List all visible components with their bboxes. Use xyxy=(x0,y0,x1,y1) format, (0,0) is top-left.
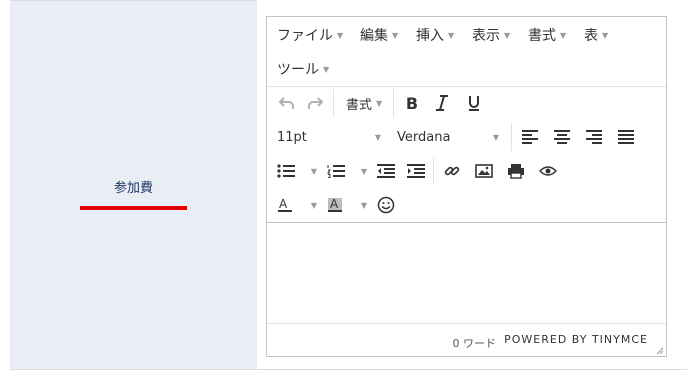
underline-icon xyxy=(469,96,479,111)
italic-icon xyxy=(436,95,448,111)
editor-toolbar: 書式 ▼ B 11pt ▼ Verdana ▼ ▼ ▼ A ▼ A ▼ xyxy=(267,86,666,223)
align-right-button[interactable] xyxy=(583,125,605,149)
font-size-value: 11pt xyxy=(277,129,307,145)
bullet-list-button[interactable]: ▼ xyxy=(277,159,317,183)
menu-view[interactable]: 表示 ▼ xyxy=(472,25,510,45)
align-center-icon xyxy=(554,130,570,144)
italic-button[interactable] xyxy=(431,91,453,115)
numbered-list-button[interactable]: ▼ xyxy=(327,159,367,183)
text-color-icon: A xyxy=(278,197,292,212)
powered-by-link[interactable]: POWERED BY TINYMCE xyxy=(504,333,648,346)
font-family-select[interactable]: Verdana ▼ xyxy=(397,125,499,149)
image-button[interactable] xyxy=(473,159,495,183)
editor-content-area[interactable] xyxy=(267,223,666,323)
chevron-down-icon: ▼ xyxy=(360,200,367,210)
page-left-margin xyxy=(0,0,10,370)
toolbar-separator xyxy=(511,123,512,151)
menu-format-label: 書式 xyxy=(528,28,556,44)
svg-text:A: A xyxy=(330,197,339,211)
chevron-down-icon: ▼ xyxy=(310,200,317,210)
word-count: 0 ワード xyxy=(452,337,497,350)
bullet-list-icon xyxy=(277,164,295,178)
align-justify-button[interactable] xyxy=(615,125,637,149)
align-right-icon xyxy=(586,130,602,144)
bold-icon: B xyxy=(405,93,419,113)
menu-insert[interactable]: 挿入 ▼ xyxy=(416,25,454,45)
menu-tools-label: ツール xyxy=(277,62,319,78)
font-size-select[interactable]: 11pt ▼ xyxy=(277,125,381,149)
menu-file-label: ファイル xyxy=(277,28,333,44)
print-icon xyxy=(508,164,524,179)
svg-text:A: A xyxy=(279,197,288,211)
redo-button[interactable] xyxy=(305,91,327,115)
editor-menubar: ファイル ▼ 編集 ▼ 挿入 ▼ 表示 ▼ 書式 ▼ 表 ▼ ツール ▼ xyxy=(267,17,666,87)
background-color-icon: A xyxy=(328,197,342,212)
outdent-button[interactable] xyxy=(375,159,397,183)
field-label: 参加費 xyxy=(113,181,153,196)
chevron-down-icon: ▼ xyxy=(492,132,499,142)
menu-format[interactable]: 書式 ▼ xyxy=(528,25,566,45)
preview-button[interactable] xyxy=(537,159,559,183)
toolbar-separator xyxy=(333,89,334,117)
menu-table[interactable]: 表 ▼ xyxy=(584,25,608,45)
underline-button[interactable] xyxy=(463,91,485,115)
text-color-button[interactable]: A ▼ xyxy=(277,193,317,217)
emoticon-icon xyxy=(377,196,395,214)
menu-insert-label: 挿入 xyxy=(416,28,444,44)
chevron-down-icon: ▼ xyxy=(323,65,330,74)
chevron-down-icon: ▼ xyxy=(392,31,399,40)
undo-button[interactable] xyxy=(275,91,297,115)
chevron-down-icon: ▼ xyxy=(360,166,367,176)
menu-edit[interactable]: 編集 ▼ xyxy=(360,25,398,45)
chevron-down-icon: ▼ xyxy=(602,31,609,40)
preview-icon xyxy=(539,166,557,176)
format-dropdown[interactable]: 書式 ▼ xyxy=(341,91,387,115)
chevron-down-icon: ▼ xyxy=(374,132,381,142)
rich-text-editor: ファイル ▼ 編集 ▼ 挿入 ▼ 表示 ▼ 書式 ▼ 表 ▼ ツール ▼ 書式 ▼ xyxy=(266,16,667,357)
menu-tools[interactable]: ツール ▼ xyxy=(277,59,329,79)
chevron-down-icon: ▼ xyxy=(504,31,511,40)
align-left-icon xyxy=(522,130,538,144)
chevron-down-icon: ▼ xyxy=(560,31,567,40)
menu-view-label: 表示 xyxy=(472,28,500,44)
emoticon-button[interactable] xyxy=(375,193,397,217)
outdent-icon xyxy=(377,164,395,178)
menu-table-label: 表 xyxy=(584,28,598,44)
align-center-button[interactable] xyxy=(551,125,573,149)
undo-icon xyxy=(278,97,294,109)
indent-button[interactable] xyxy=(405,159,427,183)
numbered-list-icon xyxy=(327,165,345,178)
align-justify-icon xyxy=(618,130,634,144)
form-label-cell: 参加費 xyxy=(10,0,257,370)
background-color-button[interactable]: A ▼ xyxy=(327,193,367,217)
chevron-down-icon: ▼ xyxy=(310,166,317,176)
toolbar-separator xyxy=(393,89,394,117)
link-icon xyxy=(444,166,460,176)
menu-file[interactable]: ファイル ▼ xyxy=(277,25,343,45)
menu-edit-label: 編集 xyxy=(360,28,388,44)
bold-button[interactable]: B xyxy=(401,91,423,115)
font-family-value: Verdana xyxy=(397,129,451,145)
editor-statusbar: 0 ワード POWERED BY TINYMCE xyxy=(267,323,666,357)
chevron-down-icon: ▼ xyxy=(376,98,383,108)
print-button[interactable] xyxy=(505,159,527,183)
chevron-down-icon: ▼ xyxy=(448,31,455,40)
format-dropdown-label: 書式 xyxy=(345,97,372,113)
indent-icon xyxy=(407,164,425,178)
image-icon xyxy=(475,164,493,178)
toolbar-separator xyxy=(433,157,434,185)
align-left-button[interactable] xyxy=(519,125,541,149)
link-button[interactable] xyxy=(441,159,463,183)
redo-icon xyxy=(308,97,324,109)
chevron-down-icon: ▼ xyxy=(337,31,344,40)
required-underline xyxy=(80,206,187,210)
resize-handle-icon[interactable] xyxy=(656,347,664,355)
